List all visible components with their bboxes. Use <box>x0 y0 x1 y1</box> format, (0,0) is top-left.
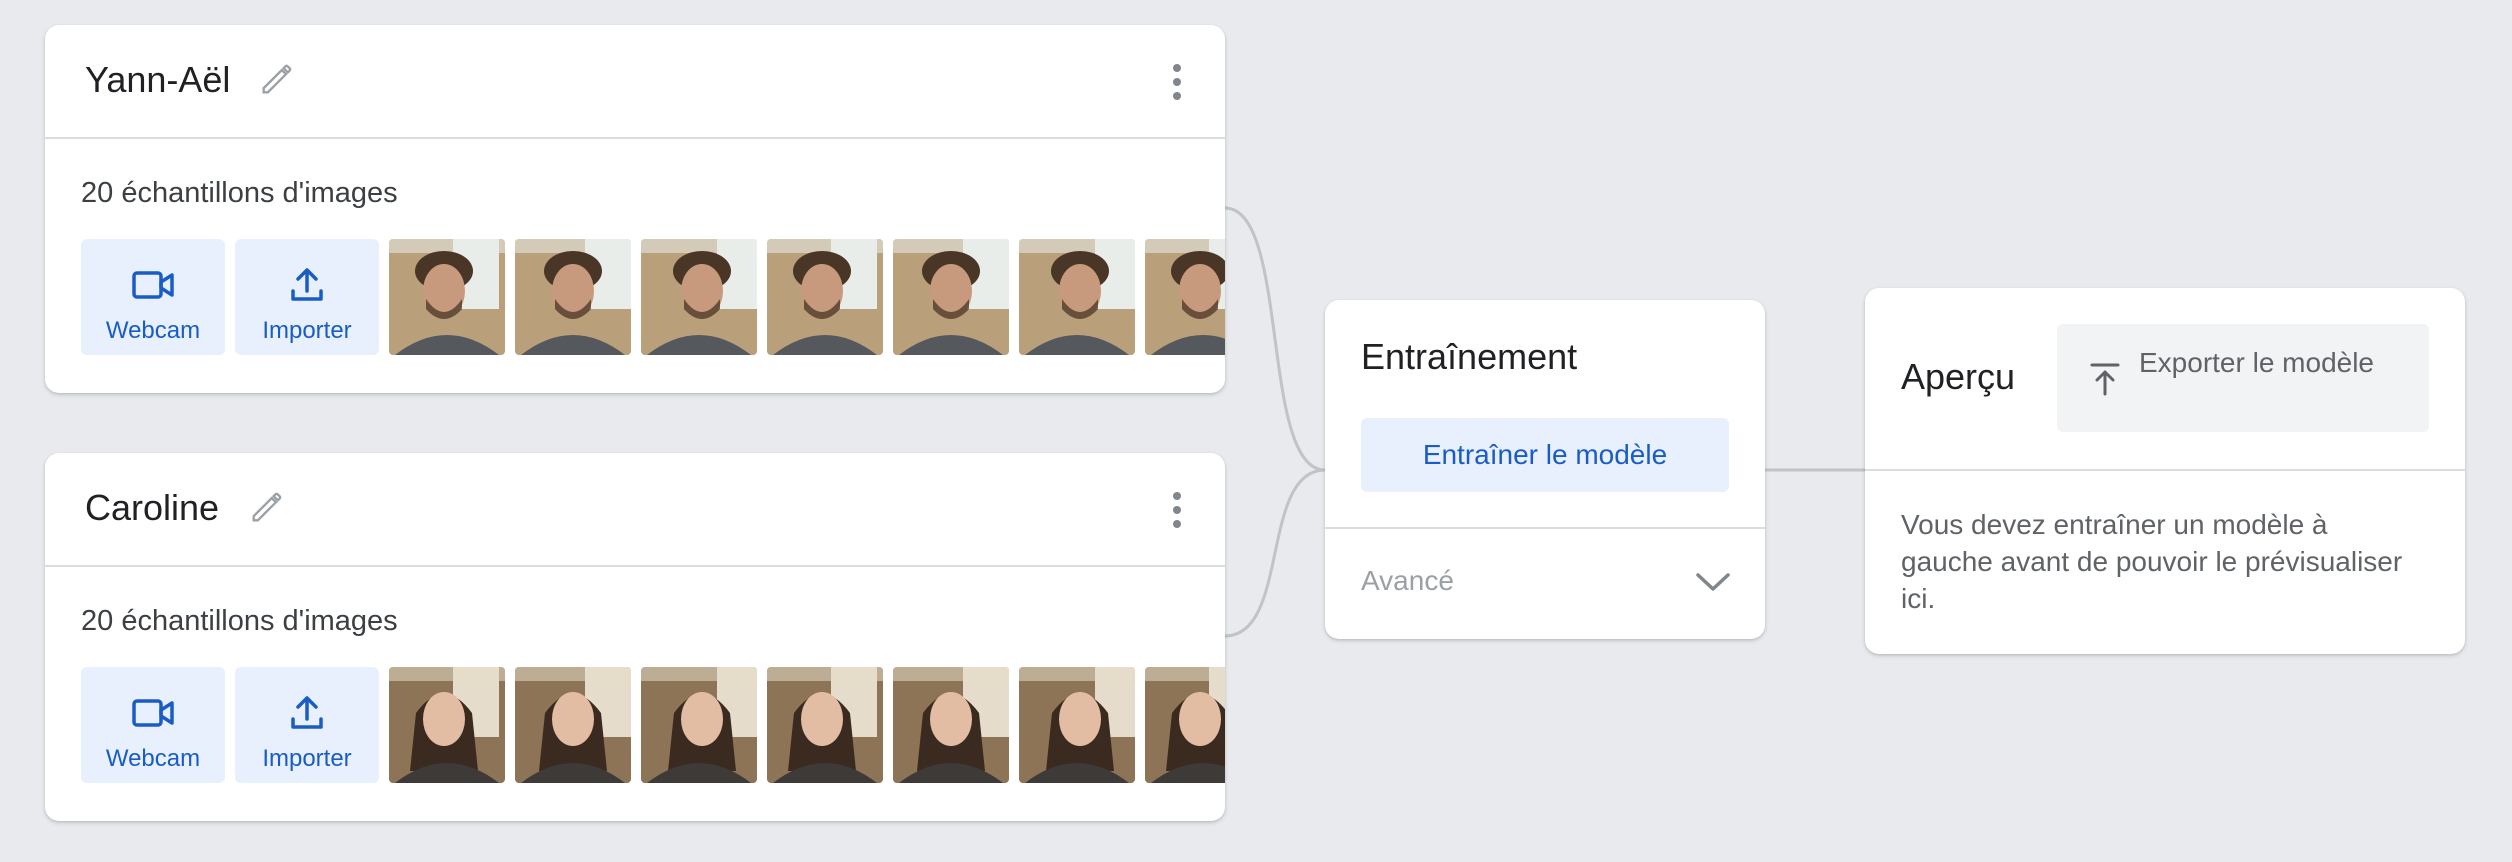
sample-thumbnail[interactable] <box>1019 239 1135 355</box>
sample-thumbnails <box>389 239 1225 355</box>
sample-thumbnail[interactable] <box>767 667 883 783</box>
sample-thumbnail[interactable] <box>389 239 505 355</box>
more-vert-icon[interactable] <box>1169 489 1185 529</box>
class-header: Caroline <box>45 453 1225 567</box>
upload-label: Importer <box>262 745 352 772</box>
class-card-2: Caroline 20 échantillons d'images Webcam… <box>45 453 1225 821</box>
sample-thumbnail[interactable] <box>893 667 1009 783</box>
upload-label: Importer <box>262 317 352 344</box>
sample-thumbnail[interactable] <box>515 667 631 783</box>
sample-thumbnail[interactable] <box>1145 667 1225 783</box>
sample-thumbnail[interactable] <box>641 667 757 783</box>
export-label: Exporter le modèle <box>2139 347 2375 378</box>
sample-thumbnail[interactable] <box>767 239 883 355</box>
samples-label: 20 échantillons d'images <box>81 605 398 637</box>
videocam-icon <box>132 699 174 727</box>
preview-message: Vous devez entraîner un modèle à gauche … <box>1901 509 2403 614</box>
webcam-button[interactable]: Webcam <box>81 667 225 783</box>
preview-card: Aperçu Exporter le modèle Vous devez ent… <box>1865 288 2465 654</box>
webcam-label: Webcam <box>105 317 201 344</box>
sample-thumbnail[interactable] <box>1145 239 1225 355</box>
train-model-button[interactable]: Entraîner le modèle <box>1361 418 1729 492</box>
sample-thumbnail[interactable] <box>641 239 757 355</box>
upload-icon <box>291 696 323 729</box>
samples-label: 20 échantillons d'images <box>81 177 398 209</box>
advanced-toggle[interactable]: Avancé <box>1361 565 1454 597</box>
training-title: Entraînement <box>1361 336 1578 377</box>
sample-thumbnail[interactable] <box>389 667 505 783</box>
class-name[interactable]: Caroline <box>85 487 219 529</box>
sample-thumbnail[interactable] <box>515 239 631 355</box>
chevron-down-icon[interactable] <box>1693 568 1733 596</box>
export-model-button[interactable]: Exporter le modèle <box>2057 324 2429 432</box>
pencil-icon[interactable] <box>247 487 287 527</box>
divider <box>1865 469 2465 471</box>
divider <box>1325 527 1765 529</box>
more-vert-icon[interactable] <box>1169 61 1185 101</box>
sample-thumbnail[interactable] <box>1019 667 1135 783</box>
videocam-icon <box>132 271 174 299</box>
class-card-1: Yann-Aël 20 échantillons d'images Webcam… <box>45 25 1225 393</box>
upload-button[interactable]: Importer <box>235 239 379 355</box>
webcam-label: Webcam <box>105 745 201 772</box>
sample-thumbnails <box>389 667 1225 783</box>
export-icon <box>2090 363 2120 396</box>
preview-title: Aperçu <box>1901 356 2016 397</box>
upload-button[interactable]: Importer <box>235 667 379 783</box>
pencil-icon[interactable] <box>257 59 297 99</box>
upload-icon <box>291 268 323 301</box>
class-name[interactable]: Yann-Aël <box>85 59 230 101</box>
sample-thumbnail[interactable] <box>893 239 1009 355</box>
training-card: Entraînement Entraîner le modèle Avancé <box>1325 300 1765 639</box>
webcam-button[interactable]: Webcam <box>81 239 225 355</box>
class-header: Yann-Aël <box>45 25 1225 139</box>
